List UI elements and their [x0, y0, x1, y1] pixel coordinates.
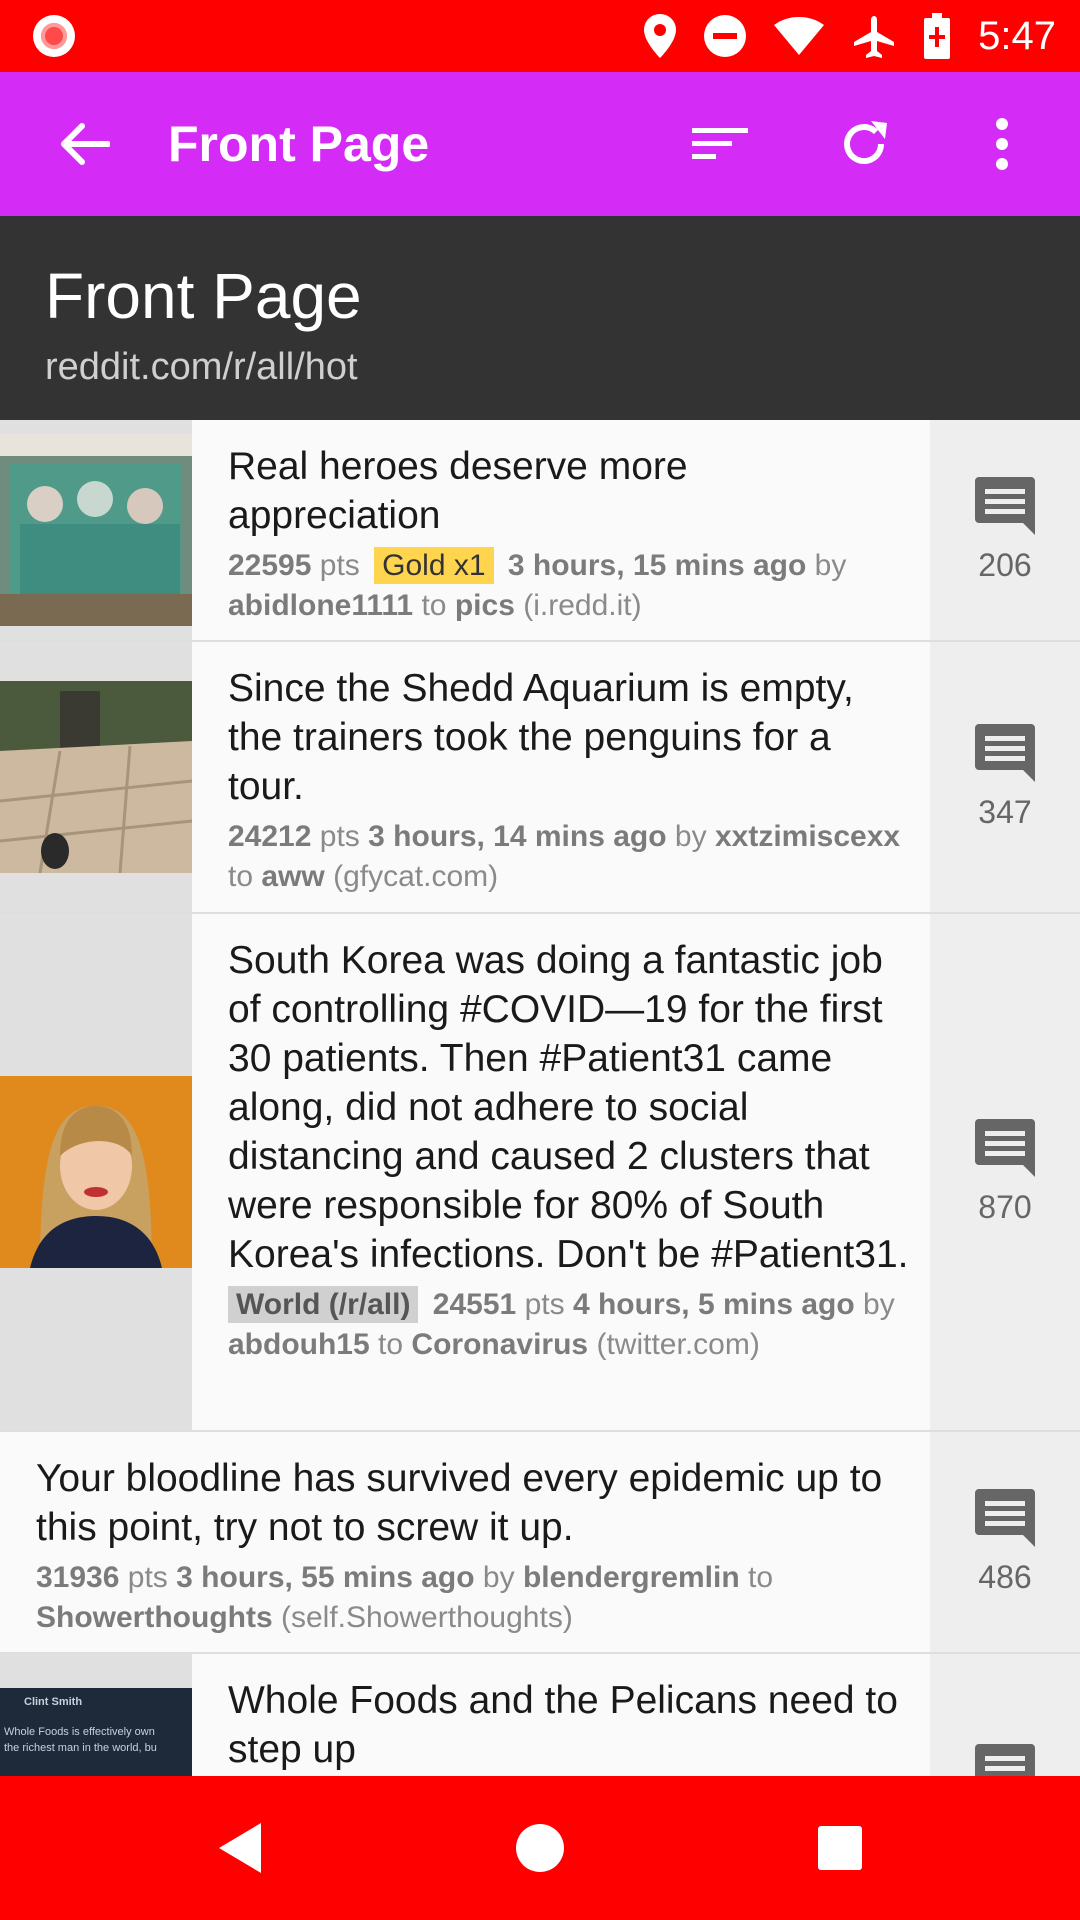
post-time: 3 hours, 14 mins ago [368, 820, 667, 853]
post-thumbnail[interactable]: Clint Smith Whole Foods is effectively o… [0, 1688, 192, 1776]
do-not-disturb-icon [704, 15, 747, 57]
post-title[interactable]: Since the Shedd Aquarium is empty, the t… [228, 664, 910, 811]
header-title: Front Page [45, 260, 362, 332]
thumb-text-line: the richest man in the world, bu [4, 1742, 157, 1754]
post-list: Real heroes deserve more appreciation 22… [0, 420, 1080, 1776]
thumb-text-line: Whole Foods is effectively own [4, 1726, 155, 1738]
comment-count: 870 [978, 1188, 1032, 1225]
post-item[interactable]: Real heroes deserve more appreciation 22… [0, 420, 1080, 642]
battery-icon [924, 13, 951, 59]
app-bar-title: Front Page [168, 116, 430, 172]
comment-icon [975, 1118, 1035, 1177]
post-item[interactable]: Your bloodline has survived every epidem… [0, 1432, 1080, 1654]
post-subreddit[interactable]: pics [455, 589, 515, 622]
comments-button[interactable]: 486 [930, 1432, 1080, 1652]
gilded-badge: Gold x1 [374, 547, 494, 584]
post-subreddit[interactable]: Showerthoughts [36, 1601, 273, 1634]
post-points: 24212 [228, 820, 312, 853]
post-title[interactable]: South Korea was doing a fantastic job of… [228, 936, 910, 1279]
nav-recents-icon[interactable] [804, 1812, 876, 1884]
post-subreddit[interactable]: Coronavirus [411, 1328, 588, 1361]
comments-button[interactable]: 206 [930, 420, 1080, 640]
flair-badge: World (/r/all) [228, 1286, 419, 1323]
post-domain: (gfycat.com) [333, 860, 499, 893]
thumb-text-line: Clint Smith [24, 1696, 83, 1708]
comment-count: 206 [978, 546, 1032, 583]
post-domain: (self.Showerthoughts) [281, 1601, 573, 1634]
post-author[interactable]: blendergremlin [523, 1561, 740, 1594]
post-item[interactable]: South Korea was doing a fantastic job of… [0, 914, 1080, 1432]
post-subreddit[interactable]: aww [261, 860, 324, 893]
location-icon [644, 14, 677, 58]
post-points: 22595 [228, 549, 312, 582]
comment-icon [975, 1488, 1035, 1547]
post-points: 24551 [432, 1288, 517, 1321]
post-author[interactable]: xxtzimiscexx [715, 820, 900, 853]
post-time: 3 hours, 15 mins ago [507, 549, 807, 582]
post-thumbnail[interactable] [0, 1076, 192, 1268]
navigation-bar [0, 1776, 1080, 1920]
post-domain: (i.redd.it) [523, 589, 642, 622]
screen-record-icon [33, 15, 75, 57]
post-domain: (twitter.com) [596, 1328, 760, 1361]
comment-count: 347 [978, 793, 1032, 830]
airplane-mode-icon [852, 14, 896, 58]
post-time: 4 hours, 5 mins ago [572, 1288, 855, 1321]
refresh-icon[interactable] [828, 108, 900, 180]
comment-count: 486 [978, 1558, 1032, 1595]
post-item[interactable]: Since the Shedd Aquarium is empty, the t… [0, 642, 1080, 914]
nav-back-icon[interactable] [204, 1812, 276, 1884]
comments-button[interactable] [930, 1654, 1080, 1776]
post-author[interactable]: abidlone1111 [228, 589, 413, 622]
back-arrow-icon[interactable] [48, 114, 120, 174]
comment-icon [975, 476, 1035, 535]
header-subtitle: reddit.com/r/all/hot [45, 346, 358, 388]
post-thumbnail[interactable] [0, 434, 192, 626]
comments-button[interactable]: 347 [930, 642, 1080, 912]
more-vert-icon[interactable] [966, 108, 1038, 180]
post-meta: 31936 pts 3 hours, 55 mins ago by blende… [36, 1561, 774, 1634]
comment-icon [975, 723, 1035, 782]
app-bar: Front Page [0, 72, 1080, 216]
post-title[interactable]: Whole Foods and the Pelicans need to ste… [228, 1676, 910, 1774]
post-title[interactable]: Your bloodline has survived every epidem… [36, 1454, 910, 1552]
sort-icon[interactable] [684, 108, 756, 180]
post-title[interactable]: Real heroes deserve more appreciation [228, 442, 910, 540]
wifi-icon [774, 17, 825, 55]
post-author[interactable]: abdouh15 [228, 1328, 370, 1361]
subreddit-header: Front Page reddit.com/r/all/hot [0, 216, 1080, 420]
status-time: 5:47 [978, 13, 1056, 58]
post-points: 31936 [36, 1561, 120, 1594]
comments-button[interactable]: 870 [930, 914, 1080, 1430]
post-thumbnail[interactable] [0, 681, 192, 873]
post-meta: 24212 pts 3 hours, 14 mins ago by xxtzim… [228, 820, 901, 893]
post-meta: World (/r/all) 24551 pts 4 hours, 5 mins… [228, 1286, 895, 1361]
post-meta: 22595 pts Gold x1 3 hours, 15 mins ago b… [228, 547, 847, 622]
nav-home-icon[interactable] [504, 1812, 576, 1884]
comment-icon [975, 1744, 1035, 1776]
post-time: 3 hours, 55 mins ago [176, 1561, 475, 1594]
post-item[interactable]: Clint Smith Whole Foods is effectively o… [0, 1654, 1080, 1776]
status-bar: 5:47 [0, 0, 1080, 72]
